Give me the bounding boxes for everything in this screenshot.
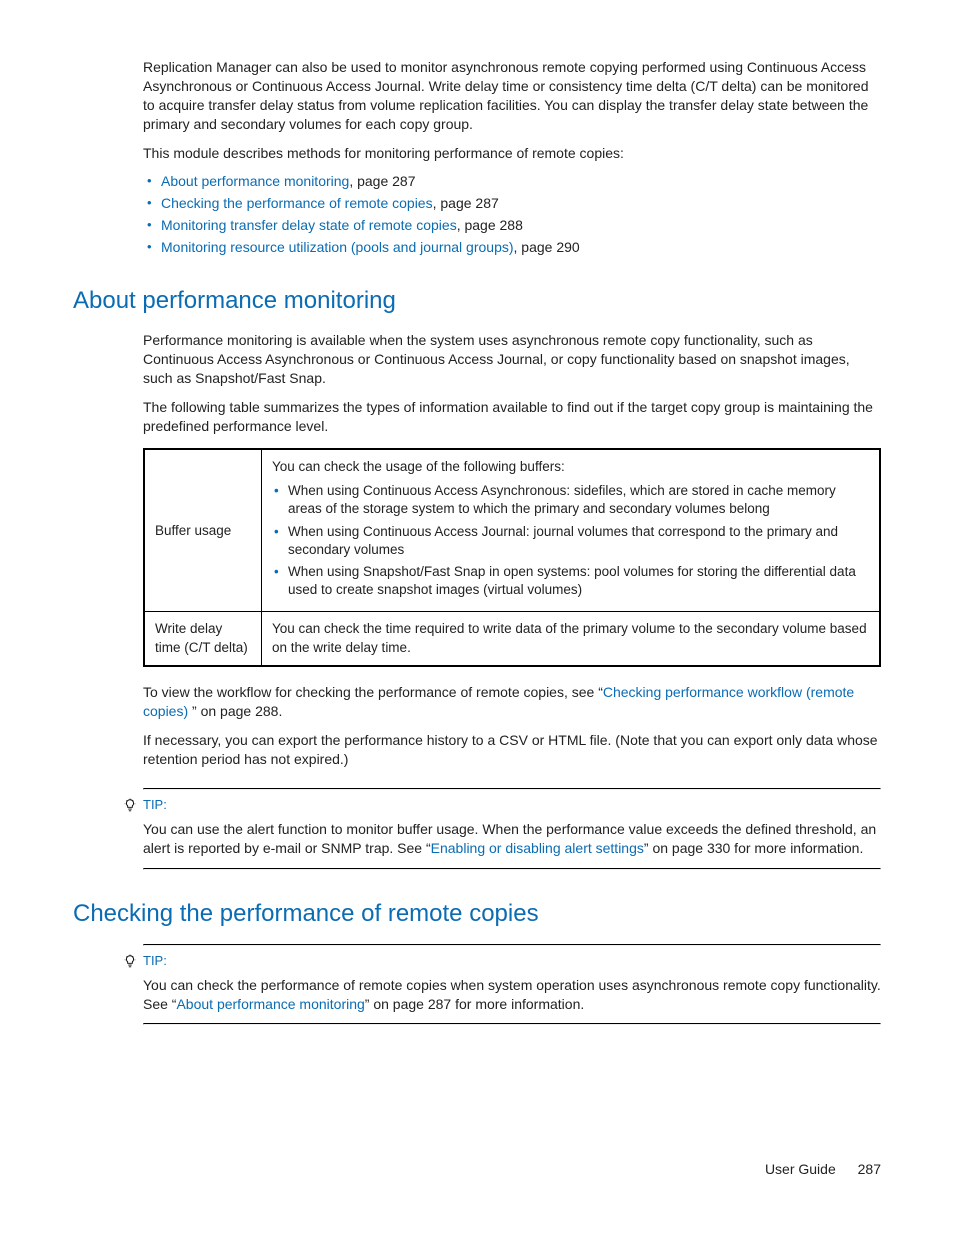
toc-item: About performance monitoring, page 287 (143, 172, 881, 191)
page-footer: User Guide 287 (765, 1160, 881, 1179)
footer-label: User Guide (765, 1161, 836, 1177)
link-checking-perf[interactable]: Checking the performance of remote copie… (161, 195, 433, 211)
cell-delay-body: You can check the time required to write… (262, 612, 881, 666)
tip-header: TIP: (123, 796, 881, 814)
about-p1: Performance monitoring is available when… (143, 331, 881, 388)
link-about-perf[interactable]: About performance monitoring (161, 173, 349, 189)
table-row: Write delay time (C/T delta) You can che… (144, 612, 880, 666)
buffer-list: When using Continuous Access Asynchronou… (272, 482, 869, 599)
cell-delay-label: Write delay time (C/T delta) (144, 612, 262, 666)
list-item: When using Continuous Access Asynchronou… (272, 482, 869, 518)
toc-suffix: , page 287 (433, 195, 499, 211)
tip-block: TIP: You can check the performance of re… (143, 944, 881, 1025)
cell-buffer-label: Buffer usage (144, 449, 262, 612)
cell-buffer-body: You can check the usage of the following… (262, 449, 881, 612)
lightbulb-icon (123, 954, 137, 968)
after-table-p1: To view the workflow for checking the pe… (143, 683, 881, 721)
tip-text: You can use the alert function to monito… (143, 820, 881, 858)
toc-suffix: , page 290 (514, 239, 580, 255)
section-checking-body: TIP: You can check the performance of re… (143, 944, 881, 1025)
intro-paragraph-2: This module describes methods for monito… (143, 144, 881, 163)
tip-block: TIP: You can use the alert function to m… (143, 788, 881, 869)
link-alert-settings[interactable]: Enabling or disabling alert settings (431, 840, 644, 856)
page: Replication Manager can also be used to … (0, 0, 954, 1235)
list-item: When using Snapshot/Fast Snap in open sy… (272, 563, 869, 599)
info-table: Buffer usage You can check the usage of … (143, 448, 881, 667)
divider (143, 1023, 881, 1025)
text-fragment: ” on page 330 for more information. (644, 840, 863, 856)
text-fragment: ” on page 287 for more information. (365, 996, 584, 1012)
divider (143, 868, 881, 870)
intro-block: Replication Manager can also be used to … (143, 58, 881, 257)
buffer-intro: You can check the usage of the following… (272, 459, 565, 474)
section-about-body: Performance monitoring is available when… (143, 331, 881, 869)
link-monitoring-delay[interactable]: Monitoring transfer delay state of remot… (161, 217, 457, 233)
link-about-perf-inline[interactable]: About performance monitoring (176, 996, 364, 1012)
toc-item: Monitoring transfer delay state of remot… (143, 216, 881, 235)
heading-checking-perf: Checking the performance of remote copie… (73, 898, 881, 930)
about-p2: The following table summarizes the types… (143, 398, 881, 436)
toc-item: Monitoring resource utilization (pools a… (143, 238, 881, 257)
text-fragment: To view the workflow for checking the pe… (143, 684, 603, 700)
link-monitoring-resource[interactable]: Monitoring resource utilization (pools a… (161, 239, 514, 255)
divider (143, 788, 881, 790)
lightbulb-icon (123, 798, 137, 812)
table-row: Buffer usage You can check the usage of … (144, 449, 880, 612)
tip-label: TIP: (143, 952, 167, 970)
after-table-p2: If necessary, you can export the perform… (143, 731, 881, 769)
page-number: 287 (858, 1161, 881, 1177)
toc-suffix: , page 287 (349, 173, 415, 189)
tip-text: You can check the performance of remote … (143, 976, 881, 1014)
toc-list: About performance monitoring, page 287 C… (143, 172, 881, 257)
tip-label: TIP: (143, 796, 167, 814)
toc-suffix: , page 288 (457, 217, 523, 233)
tip-header: TIP: (123, 952, 881, 970)
intro-paragraph-1: Replication Manager can also be used to … (143, 58, 881, 134)
toc-item: Checking the performance of remote copie… (143, 194, 881, 213)
list-item: When using Continuous Access Journal: jo… (272, 523, 869, 559)
text-fragment: ” on page 288. (192, 703, 282, 719)
divider (143, 944, 881, 946)
heading-about-perf: About performance monitoring (73, 285, 881, 317)
